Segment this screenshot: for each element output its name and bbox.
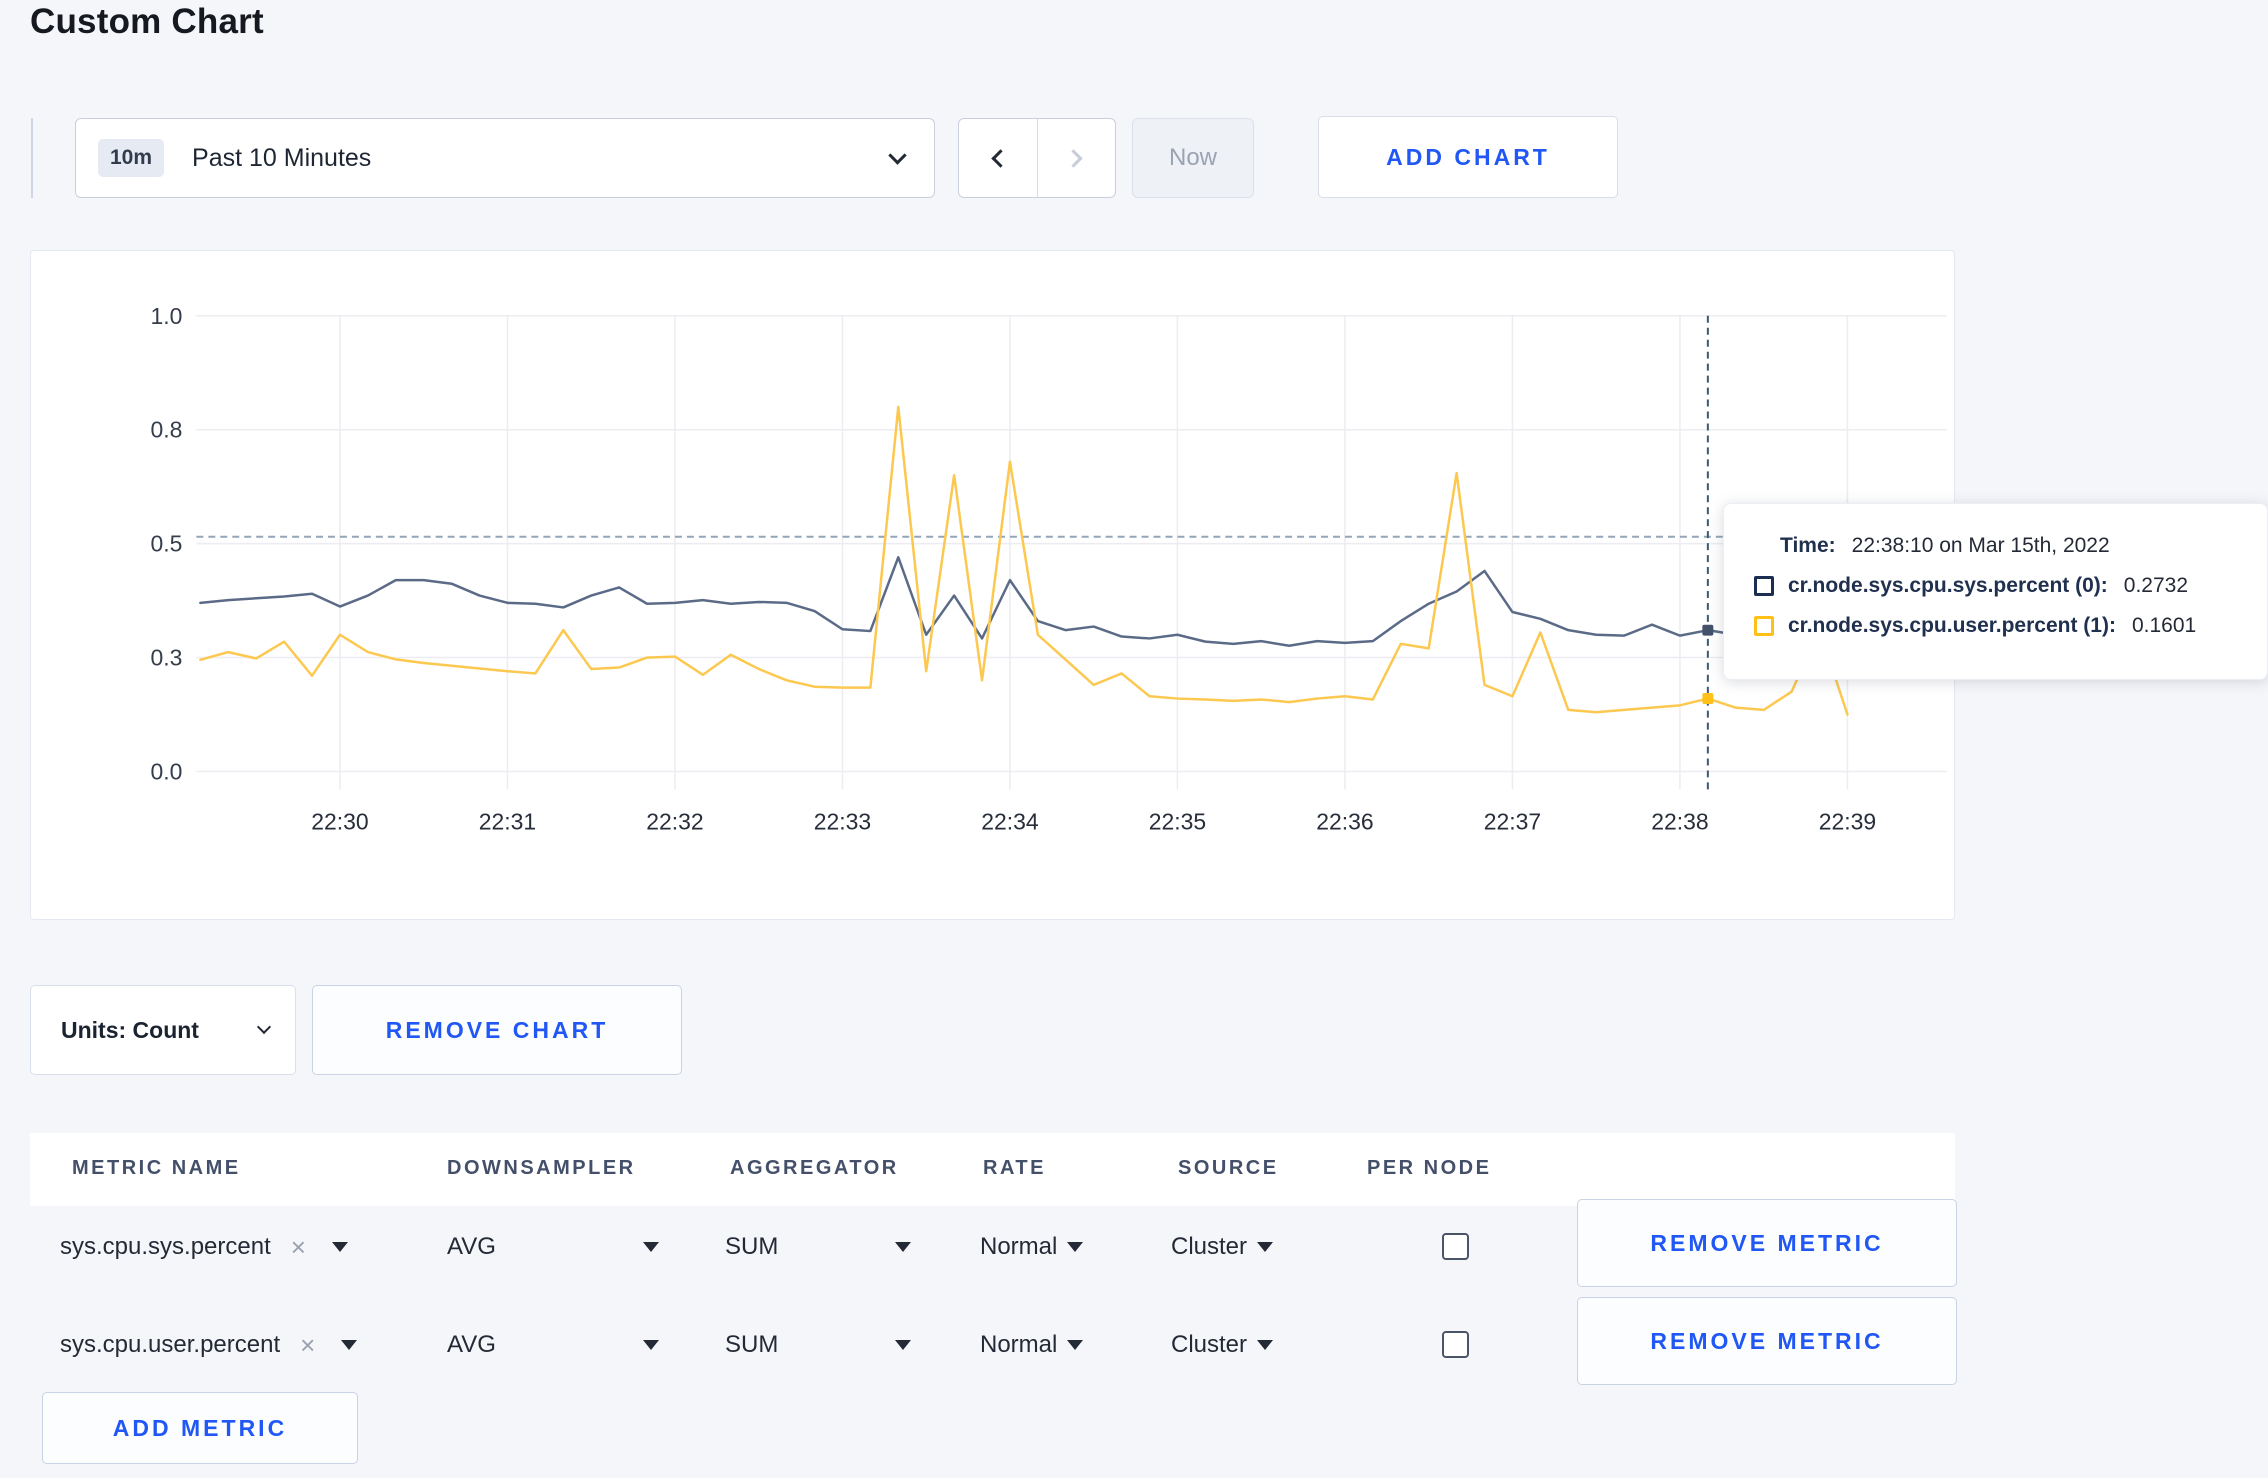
aggregator-dropdown[interactable]: SUM: [725, 1199, 911, 1295]
svg-text:0.5: 0.5: [151, 531, 183, 557]
remove-chart-button[interactable]: REMOVE CHART: [312, 985, 682, 1075]
chevron-down-icon: [888, 145, 907, 165]
chevron-left-icon: [991, 148, 1010, 168]
metric-name-dropdown[interactable]: sys.cpu.user.percent ×: [60, 1297, 358, 1393]
caret-down-icon: [643, 1340, 659, 1350]
metric-name-dropdown[interactable]: sys.cpu.sys.percent ×: [60, 1199, 348, 1295]
cpu-percent-line-chart[interactable]: 0.0 0.3 0.5 0.8 1.0 22:30 22:31 22:32 22:33 22:34…: [31, 251, 1954, 919]
now-button[interactable]: Now: [1132, 118, 1254, 198]
svg-text:22:30: 22:30: [311, 808, 368, 834]
add-metric-button[interactable]: ADD METRIC: [42, 1392, 358, 1464]
svg-text:22:33: 22:33: [814, 808, 871, 834]
add-chart-button[interactable]: ADD CHART: [1318, 116, 1618, 198]
metric-name-value: sys.cpu.sys.percent: [60, 1233, 271, 1260]
tooltip-user-label: cr.node.sys.cpu.user.percent (1):: [1788, 614, 2116, 637]
clear-metric-icon[interactable]: ×: [291, 1234, 306, 1260]
source-value: Cluster: [1171, 1233, 1248, 1260]
caret-down-icon: [1257, 1242, 1274, 1252]
rate-value: Normal: [980, 1233, 1058, 1260]
caret-down-icon: [895, 1242, 911, 1252]
time-window-nav: [958, 118, 1116, 198]
svg-text:22:38: 22:38: [1651, 808, 1708, 834]
custom-chart-page: Custom Chart 10m Past 10 Minutes Now ADD…: [0, 0, 2268, 1478]
tooltip-user-row: cr.node.sys.cpu.user.percent (1): 0.1601: [1754, 614, 2237, 638]
remove-metric-button[interactable]: REMOVE METRIC: [1577, 1297, 1957, 1385]
downsampler-dropdown[interactable]: AVG: [447, 1297, 659, 1393]
source-dropdown[interactable]: Cluster: [1171, 1199, 1274, 1295]
per-node-checkbox[interactable]: [1442, 1331, 1469, 1358]
units-dropdown[interactable]: Units: Count: [30, 985, 296, 1075]
time-range-dropdown[interactable]: 10m Past 10 Minutes: [75, 118, 935, 198]
metric-name-value: sys.cpu.user.percent: [60, 1331, 281, 1358]
metric-row-sys: sys.cpu.sys.percent × AVG SUM Normal Clu…: [30, 1199, 1957, 1295]
chart-card: 0.0 0.3 0.5 0.8 1.0 22:30 22:31 22:32 22:33 22:34…: [30, 250, 1955, 920]
user-series-swatch-icon: [1754, 616, 1774, 636]
tooltip-sys-label: cr.node.sys.cpu.sys.percent (0):: [1788, 574, 2108, 597]
svg-text:22:37: 22:37: [1484, 808, 1541, 834]
caret-down-icon: [341, 1340, 358, 1350]
time-range-label: Past 10 Minutes: [192, 143, 372, 172]
tooltip-time-value: 22:38:10 on Mar 15th, 2022: [1851, 534, 2110, 557]
svg-text:22:32: 22:32: [646, 808, 703, 834]
col-header-downsampler: DOWNSAMPLER: [447, 1157, 636, 1179]
svg-text:22:35: 22:35: [1149, 808, 1206, 834]
aggregator-value: SUM: [725, 1331, 779, 1358]
caret-down-icon: [331, 1242, 348, 1252]
downsampler-value: AVG: [447, 1233, 496, 1260]
tooltip-sys-value: 0.2732: [2123, 574, 2189, 597]
rate-dropdown[interactable]: Normal: [980, 1297, 1084, 1393]
aggregator-value: SUM: [725, 1233, 779, 1260]
svg-text:1.0: 1.0: [151, 303, 183, 329]
rate-value: Normal: [980, 1331, 1058, 1358]
chevron-down-icon: [256, 1019, 272, 1035]
svg-text:22:34: 22:34: [981, 808, 1039, 834]
svg-text:0.8: 0.8: [151, 417, 183, 443]
svg-text:22:36: 22:36: [1316, 808, 1373, 834]
svg-text:0.0: 0.0: [151, 758, 183, 784]
aggregator-dropdown[interactable]: SUM: [725, 1297, 911, 1393]
tooltip-time-label: Time:: [1780, 534, 1836, 557]
page-title: Custom Chart: [30, 2, 264, 41]
rate-dropdown[interactable]: Normal: [980, 1199, 1084, 1295]
downsampler-dropdown[interactable]: AVG: [447, 1199, 659, 1295]
clear-metric-icon[interactable]: ×: [300, 1332, 315, 1358]
caret-down-icon: [1067, 1340, 1084, 1350]
col-header-source: SOURCE: [1178, 1157, 1279, 1179]
sys-series-swatch-icon: [1754, 576, 1774, 596]
tooltip-sys-row: cr.node.sys.cpu.sys.percent (0): 0.2732: [1754, 574, 2237, 598]
caret-down-icon: [1257, 1340, 1274, 1350]
col-header-per-node: PER NODE: [1367, 1157, 1492, 1179]
next-window-button[interactable]: [1038, 119, 1116, 197]
source-value: Cluster: [1171, 1331, 1248, 1358]
tooltip-time-row: Time: 22:38:10 on Mar 15th, 2022: [1780, 534, 2237, 558]
caret-down-icon: [895, 1340, 911, 1350]
svg-text:22:31: 22:31: [479, 808, 536, 834]
col-header-aggregator: AGGREGATOR: [730, 1157, 899, 1179]
caret-down-icon: [1067, 1242, 1084, 1252]
metric-row-user: sys.cpu.user.percent × AVG SUM Normal Cl…: [30, 1297, 1957, 1393]
svg-text:0.3: 0.3: [151, 645, 183, 671]
chart-hover-tooltip: Time: 22:38:10 on Mar 15th, 2022 cr.node…: [1723, 503, 2268, 680]
remove-metric-button[interactable]: REMOVE METRIC: [1577, 1199, 1957, 1287]
col-header-rate: RATE: [983, 1157, 1046, 1179]
time-range-badge: 10m: [98, 139, 165, 177]
source-dropdown[interactable]: Cluster: [1171, 1297, 1274, 1393]
per-node-checkbox[interactable]: [1442, 1233, 1469, 1260]
units-label: Units: Count: [61, 1016, 199, 1043]
downsampler-value: AVG: [447, 1331, 496, 1358]
col-header-metric-name: METRIC NAME: [72, 1157, 241, 1179]
svg-text:22:39: 22:39: [1819, 808, 1876, 834]
prev-window-button[interactable]: [959, 119, 1038, 197]
metrics-table-header: METRIC NAME DOWNSAMPLER AGGREGATOR RATE …: [30, 1133, 1955, 1206]
toolbar-divider: [31, 118, 33, 198]
chevron-right-icon: [1064, 148, 1083, 168]
caret-down-icon: [643, 1242, 659, 1252]
tooltip-user-value: 0.1601: [2131, 614, 2197, 637]
